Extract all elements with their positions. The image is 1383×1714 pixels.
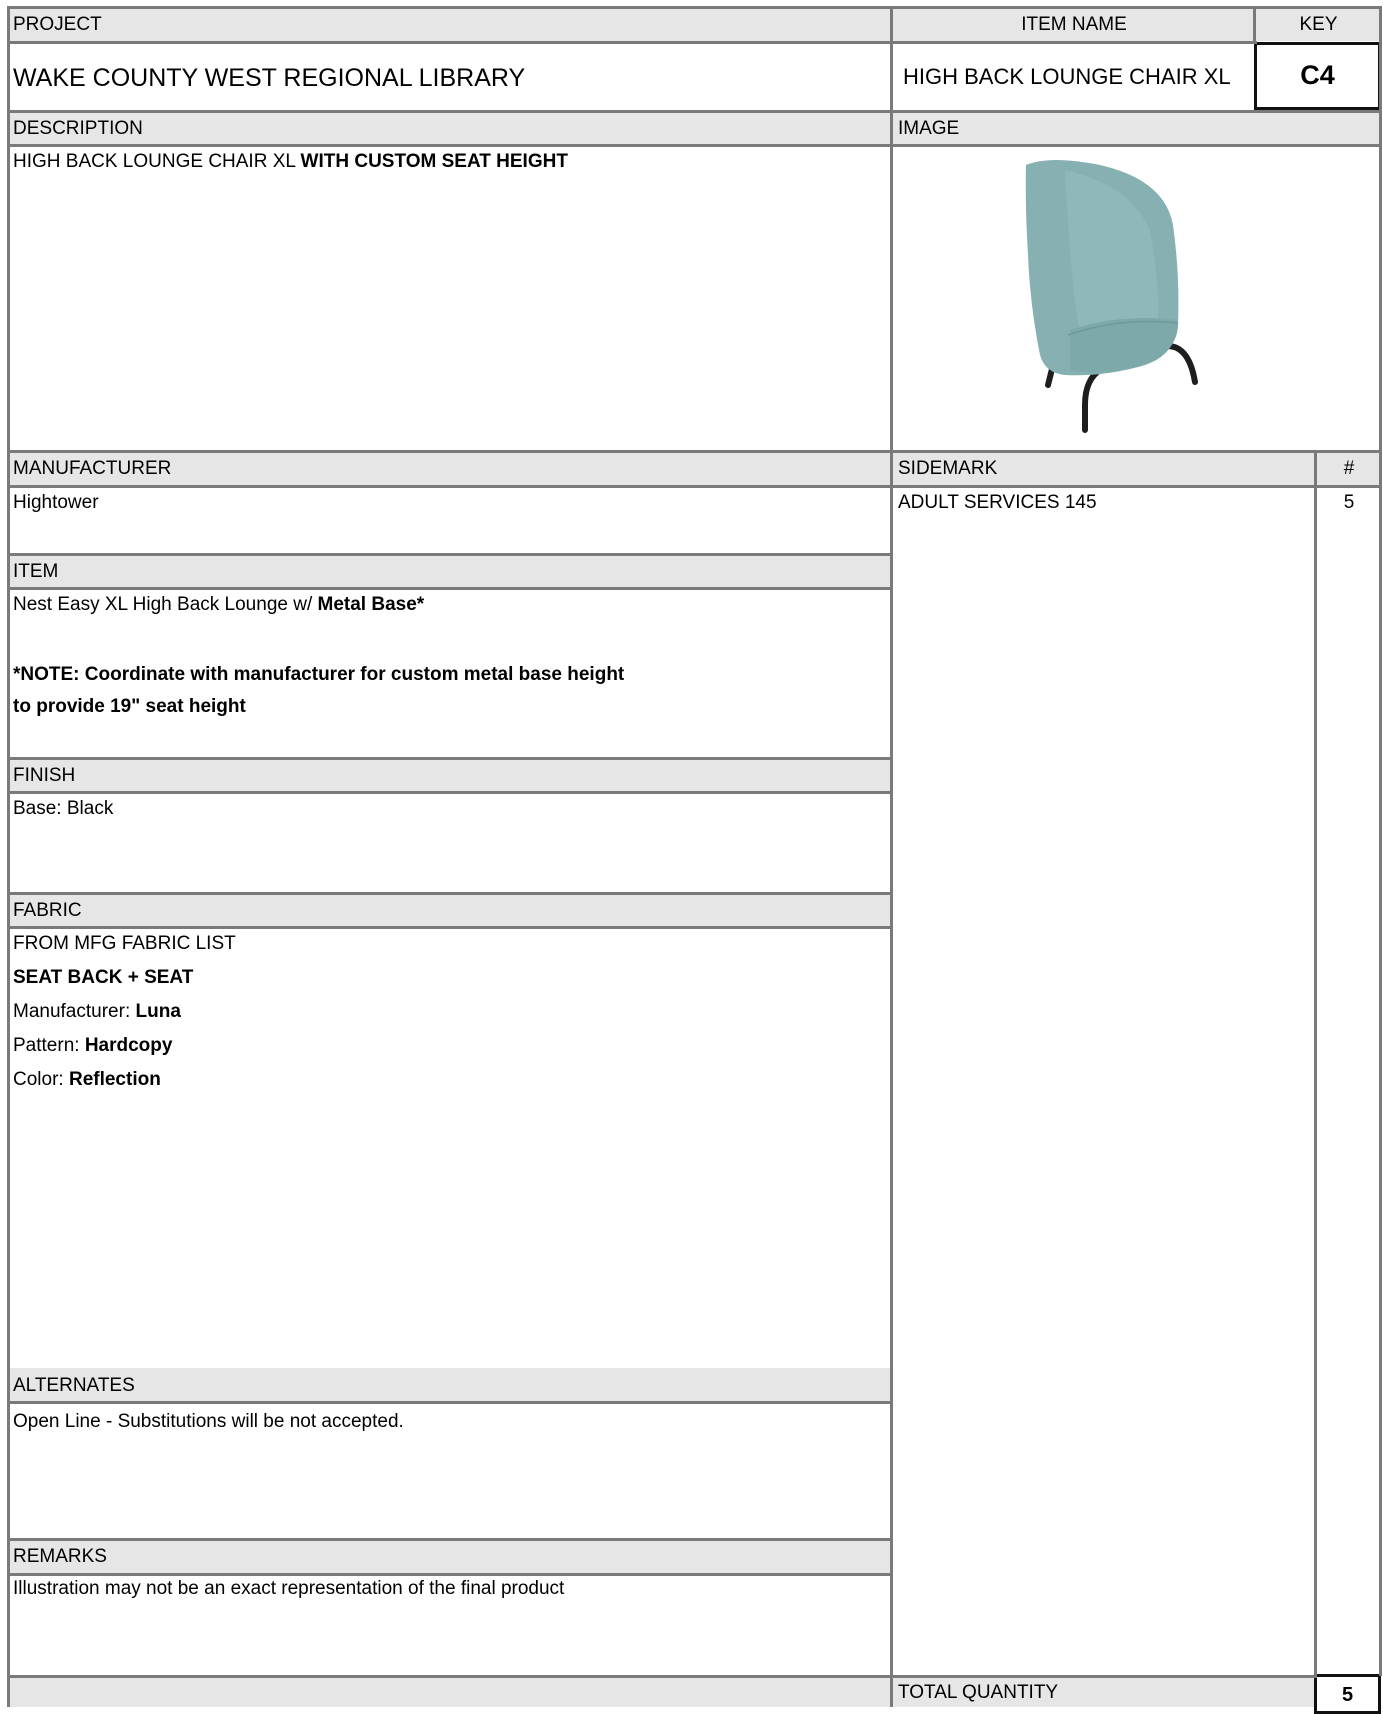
- description-text: HIGH BACK LOUNGE CHAIR XL WITH CUSTOM SE…: [8, 151, 891, 174]
- key-label: KEY: [1256, 8, 1381, 41]
- item-line1: Nest Easy XL High Back Lounge w/ Metal B…: [8, 594, 891, 617]
- fabric-manufacturer-label: Manufacturer:: [13, 1001, 136, 1022]
- project-value: WAKE COUNTY WEST REGIONAL LIBRARY: [13, 64, 526, 92]
- item-name-label: ITEM NAME: [893, 8, 1255, 41]
- lounge-chair-icon: [1025, 160, 1198, 433]
- finish-label: FINISH: [8, 759, 891, 792]
- grid-line: [7, 1675, 1317, 1678]
- grid-line: [7, 1573, 893, 1576]
- fabric-pattern: Pattern: Hardcopy: [8, 1035, 172, 1058]
- project-label: PROJECT: [8, 8, 891, 41]
- fabric-label: FABRIC: [8, 894, 891, 927]
- sidemark-value: ADULT SERVICES 145: [898, 492, 1097, 513]
- grid-line: [7, 587, 893, 590]
- fabric-manufacturer: Manufacturer: Luna: [8, 1001, 181, 1024]
- fabric-line1: FROM MFG FABRIC LIST: [13, 933, 236, 954]
- image-label: IMAGE: [893, 112, 1381, 145]
- grid-line: [1253, 6, 1256, 41]
- description-bold: WITH CUSTOM SEAT HEIGHT: [300, 151, 568, 172]
- alternates-label: ALTERNATES: [8, 1368, 891, 1402]
- item-note-line2: to provide 19" seat height: [13, 696, 246, 717]
- item-name-value: HIGH BACK LOUNGE CHAIR XL: [903, 64, 1231, 89]
- description-label: DESCRIPTION: [8, 112, 891, 145]
- fabric-color: Color: Reflection: [8, 1069, 161, 1092]
- key-value: C4: [1300, 60, 1335, 90]
- alternates-value: Open Line - Substitutions will be not ac…: [13, 1411, 404, 1432]
- grid-line: [890, 6, 893, 1707]
- grid-line: [7, 41, 1257, 44]
- grid-line: [7, 791, 893, 794]
- manufacturer-value: Hightower: [13, 492, 99, 513]
- count-label: #: [1317, 452, 1381, 485]
- manufacturer-label: MANUFACTURER: [8, 452, 891, 485]
- remarks-value: Illustration may not be an exact represe…: [13, 1578, 565, 1599]
- fabric-manufacturer-value: Luna: [135, 1001, 181, 1022]
- grid-line: [7, 110, 1382, 113]
- grid-line: [7, 6, 1382, 9]
- footer-blank: [8, 1677, 891, 1707]
- grid-line: [7, 757, 893, 760]
- grid-line: [7, 450, 1382, 453]
- finish-value: Base: Black: [13, 798, 114, 819]
- total-quantity-label: TOTAL QUANTITY: [893, 1677, 1315, 1707]
- grid-line: [1379, 6, 1382, 1676]
- grid-line: [7, 144, 1382, 147]
- grid-line: [7, 485, 1382, 488]
- description-plain: HIGH BACK LOUNGE CHAIR XL: [13, 151, 301, 172]
- sidemark-label: SIDEMARK: [893, 452, 1315, 485]
- item-note-line1: *NOTE: Coordinate with manufacturer for …: [13, 664, 625, 685]
- item-line1-plain: Nest Easy XL High Back Lounge w/: [13, 594, 318, 615]
- grid-line: [7, 1436, 10, 1707]
- grid-line: [7, 926, 893, 929]
- item-label: ITEM: [8, 555, 891, 588]
- grid-line: [7, 6, 10, 1436]
- grid-line: [7, 892, 893, 895]
- grid-line: [1314, 450, 1317, 1677]
- total-quantity-value: 5: [1341, 1684, 1354, 1706]
- fabric-pattern-label: Pattern:: [13, 1035, 85, 1056]
- grid-line: [7, 553, 893, 556]
- fabric-line2: SEAT BACK + SEAT: [13, 967, 194, 988]
- chair-seat: [1070, 317, 1179, 373]
- fabric-pattern-value: Hardcopy: [84, 1035, 173, 1056]
- grid-line: [7, 1538, 893, 1541]
- remarks-label: REMARKS: [8, 1540, 891, 1573]
- item-line1-bold: Metal Base*: [317, 594, 425, 615]
- fabric-color-label: Color:: [13, 1069, 69, 1090]
- fabric-color-value: Reflection: [68, 1069, 161, 1090]
- count-value: 5: [1343, 492, 1355, 513]
- grid-line: [7, 1401, 893, 1404]
